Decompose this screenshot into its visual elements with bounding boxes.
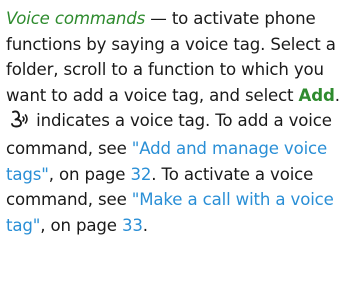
add-option-label: Add (298, 85, 335, 105)
punctuation: . (334, 85, 340, 105)
page-link-32[interactable]: 32 (130, 165, 151, 184)
term-voice-commands: Voice commands (6, 9, 146, 28)
voice-tag-icon (9, 110, 29, 136)
on-page-text: , on page (48, 164, 131, 184)
on-page-text-2: , on page (40, 215, 122, 235)
page-link-33[interactable]: 33 (122, 216, 143, 235)
voice-commands-paragraph: Voice commands — to activate phone funct… (6, 6, 342, 238)
end-period: . (142, 215, 148, 235)
